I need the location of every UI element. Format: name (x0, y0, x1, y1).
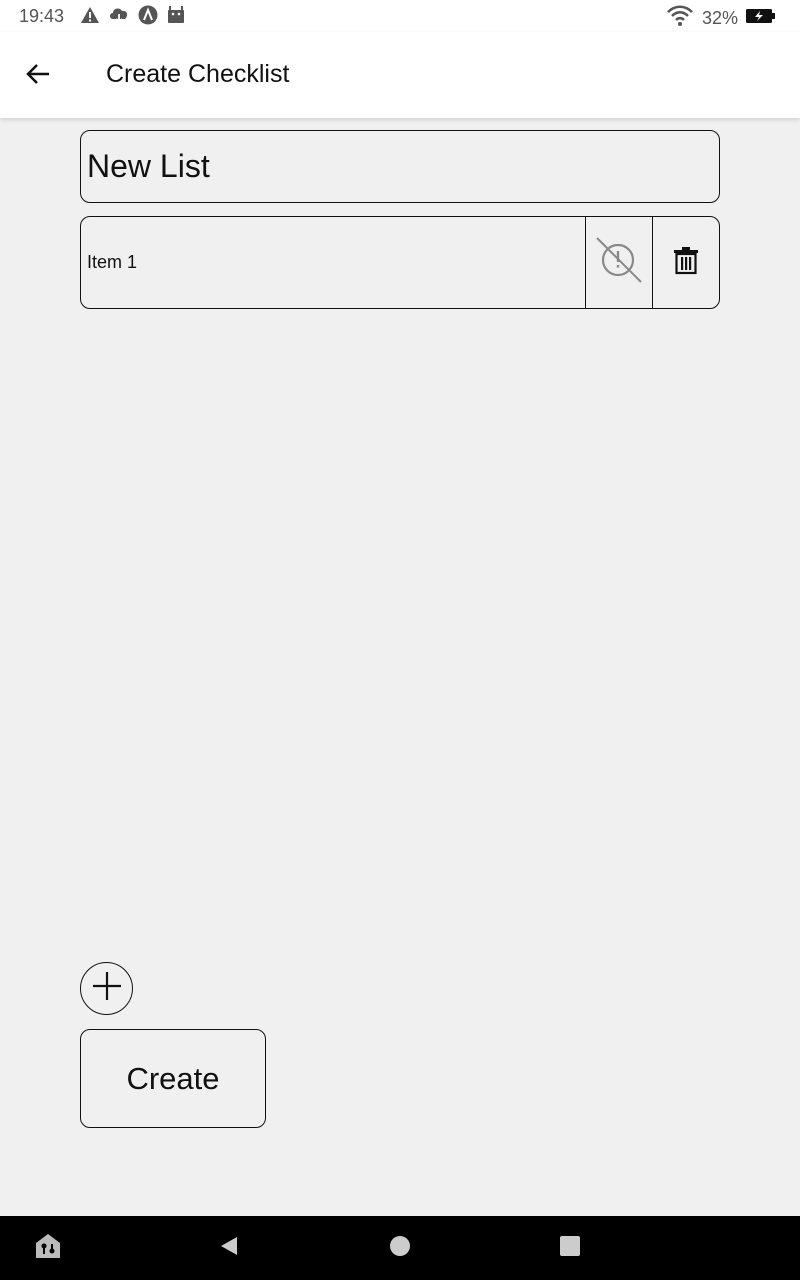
status-icons-left (80, 5, 186, 25)
nav-back-button[interactable] (211, 1230, 247, 1266)
item-text-input[interactable] (81, 217, 585, 308)
create-button[interactable]: Create (80, 1029, 266, 1128)
assistant-button[interactable] (30, 1230, 66, 1266)
recents-square-icon (559, 1235, 581, 1262)
checklist-item-row (80, 216, 720, 309)
warning-icon (80, 5, 100, 25)
status-right: 32% (666, 5, 776, 32)
back-button[interactable] (16, 54, 60, 98)
plus-icon (91, 970, 123, 1007)
alert-off-icon (594, 235, 644, 290)
battery-percentage: 32% (701, 8, 738, 28)
app-logo-icon (138, 5, 158, 25)
delete-item-button[interactable] (652, 217, 719, 308)
app-bar: Create Checklist (0, 32, 800, 118)
back-triangle-icon (218, 1235, 240, 1262)
home-circle-icon (389, 1235, 411, 1262)
system-nav-bar (0, 1216, 800, 1280)
add-item-button[interactable] (80, 962, 133, 1015)
android-icon (166, 5, 186, 25)
battery-charging-icon (746, 8, 776, 29)
status-bar: 19:43 32% (0, 0, 800, 32)
arrow-left-icon (25, 61, 51, 92)
wifi-icon (666, 5, 694, 32)
assistant-icon (33, 1231, 63, 1266)
trash-icon (671, 245, 701, 280)
cloud-download-icon (108, 5, 130, 25)
list-name-input[interactable] (80, 130, 720, 203)
status-time: 19:43 (19, 6, 65, 26)
priority-toggle-button[interactable] (585, 217, 652, 308)
page-title: Create Checklist (106, 60, 290, 88)
nav-home-button[interactable] (382, 1230, 418, 1266)
nav-recents-button[interactable] (552, 1230, 588, 1266)
